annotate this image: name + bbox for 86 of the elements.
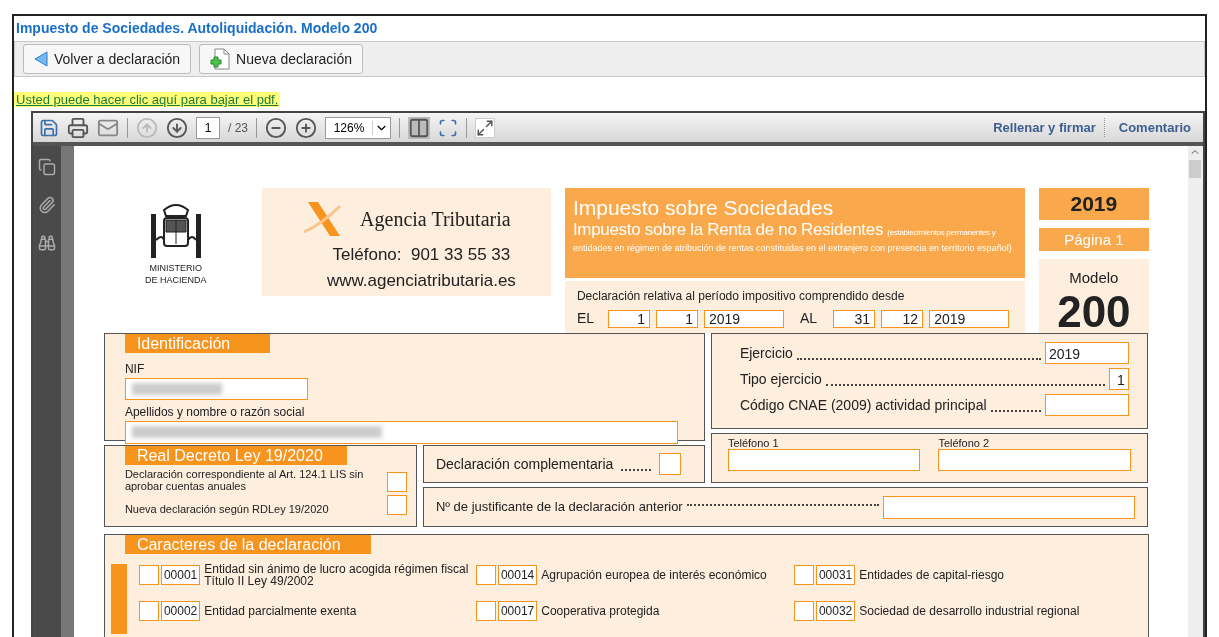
paperclip-icon[interactable] — [38, 196, 57, 214]
field-label: Nueva declaración según RDLey 19/2020 — [124, 503, 330, 515]
agency-phone: Teléfono: 901 33 55 33 — [332, 244, 511, 266]
date-field[interactable]: 1 — [656, 309, 698, 328]
page-total: / 23 — [228, 119, 248, 137]
page-label: Página 1 — [1038, 228, 1149, 251]
field-label: Declaración complementaria — [435, 454, 614, 474]
field-label: Teléfono 1 — [727, 437, 780, 449]
back-button[interactable]: Volver a declaración — [23, 44, 192, 74]
section-heading: Identificación — [124, 334, 270, 353]
checkbox[interactable] — [138, 601, 159, 621]
field-label: NIF — [124, 361, 146, 378]
left-triangle-icon — [34, 51, 48, 67]
print-icon[interactable] — [67, 116, 89, 139]
fill-sign-button[interactable]: Rellenar y firmar — [985, 117, 1105, 138]
window-title: Impuesto de Sociedades. Autoliquidación. Modelo 200 — [15, 19, 379, 38]
binoculars-icon[interactable] — [38, 234, 57, 252]
option-label: Sociedad de desarrollo industrial regional — [859, 605, 1080, 617]
option-label: Agrupación europea de interés económico — [541, 569, 767, 581]
field-label: Teléfono 2 — [938, 437, 991, 449]
field-label: Tipo ejercicio — [739, 370, 822, 389]
checkbox[interactable] — [138, 565, 159, 585]
new-document-icon — [210, 48, 231, 70]
input-field[interactable] — [882, 495, 1135, 519]
form-subtitle: Impuesto sobre la Renta de no Residentes (establecimientos permanentes y — [572, 220, 997, 241]
date-field[interactable]: 12 — [881, 309, 924, 328]
code-field: 00017 — [497, 601, 538, 621]
option-label: Entidad sin ánimo de lucro acogida régimen fiscal Título II Ley 49/2002 — [204, 563, 470, 587]
form-subtitle-note: entidades en régimen de atribución de rentas constituidas en el extranjero con presencia en territorio español) — [572, 243, 1013, 254]
ministry-label: DE HACIENDA — [145, 274, 207, 286]
field-label: Nº de justificante de la declaración anterior — [435, 498, 683, 517]
field-label: Declaración correspondiente al Art. 124.1 LIS sin aprobar cuentas anuales — [124, 468, 365, 492]
zoom-in-icon[interactable] — [295, 116, 317, 139]
code-field: 00001 — [160, 565, 201, 585]
date-field[interactable]: 2019 — [929, 309, 1010, 328]
fit-width-icon[interactable] — [408, 116, 430, 139]
code-field: 00002 — [160, 601, 201, 621]
download-link[interactable]: Usted puede hacer clic aquí para bajar el pdf. — [14, 92, 281, 107]
date-field[interactable]: 2019 — [704, 309, 784, 328]
pages-icon[interactable] — [38, 158, 57, 176]
code-field: 00032 — [815, 601, 856, 621]
section-heading: Caracteres de la declaración — [124, 535, 371, 554]
input-field[interactable]: 2019 — [1044, 342, 1129, 364]
page-input[interactable]: 1 — [196, 116, 220, 139]
code-field: 00014 — [497, 565, 538, 585]
name-field[interactable] — [124, 421, 678, 444]
checkbox[interactable] — [659, 453, 682, 475]
scrollbar-thumb[interactable] — [1189, 160, 1202, 178]
model-number: 200 — [1057, 289, 1131, 334]
zoom-out-icon[interactable] — [265, 116, 287, 139]
fullscreen-icon[interactable] — [475, 117, 495, 138]
new-button[interactable]: Nueva declaración — [199, 44, 364, 74]
code-field: 00031 — [815, 565, 856, 585]
model-label: Modelo — [1069, 268, 1119, 288]
comment-button[interactable]: Comentario — [1112, 117, 1197, 138]
checkbox[interactable] — [793, 601, 814, 621]
section-heading: Real Decreto Ley 19/2020 — [124, 446, 347, 465]
zoom-select[interactable]: 126% — [325, 116, 391, 139]
checkbox[interactable] — [475, 565, 496, 585]
phone-field[interactable] — [727, 449, 921, 471]
period-label: Declaración relativa al período impositivo comprendido desde — [576, 288, 906, 305]
nif-field[interactable] — [124, 378, 308, 400]
checkbox[interactable] — [793, 565, 814, 585]
from-label: EL — [576, 309, 594, 328]
field-label: Código CNAE (2009) actividad principal — [739, 396, 987, 415]
fit-page-icon[interactable] — [438, 117, 458, 138]
year-label: 2019 — [1038, 188, 1149, 220]
input-field[interactable]: 1 — [1108, 368, 1129, 390]
save-icon[interactable] — [39, 117, 59, 138]
option-label: Entidades de capital-riesgo — [859, 569, 1004, 581]
form-title: Impuesto sobre Sociedades — [572, 196, 835, 220]
option-label: Cooperativa protegida — [541, 605, 660, 617]
phone-field[interactable] — [938, 449, 1131, 471]
option-label: Entidad parcialmente exenta — [204, 605, 357, 617]
agency-name: Agencia Tributaria — [360, 207, 511, 233]
checkbox[interactable] — [386, 495, 407, 515]
field-label: Ejercicio — [739, 344, 793, 363]
checkbox[interactable] — [475, 601, 496, 621]
date-field[interactable]: 1 — [608, 309, 650, 328]
date-field[interactable]: 31 — [833, 309, 876, 328]
agency-website: www.agenciatributaria.es — [326, 269, 516, 292]
field-label: Apellidos y nombre o razón social — [124, 404, 306, 421]
ministry-label: MINISTERIO — [149, 262, 203, 274]
input-field[interactable] — [1044, 394, 1129, 416]
checkbox[interactable] — [386, 472, 407, 492]
to-label: AL — [800, 309, 818, 328]
